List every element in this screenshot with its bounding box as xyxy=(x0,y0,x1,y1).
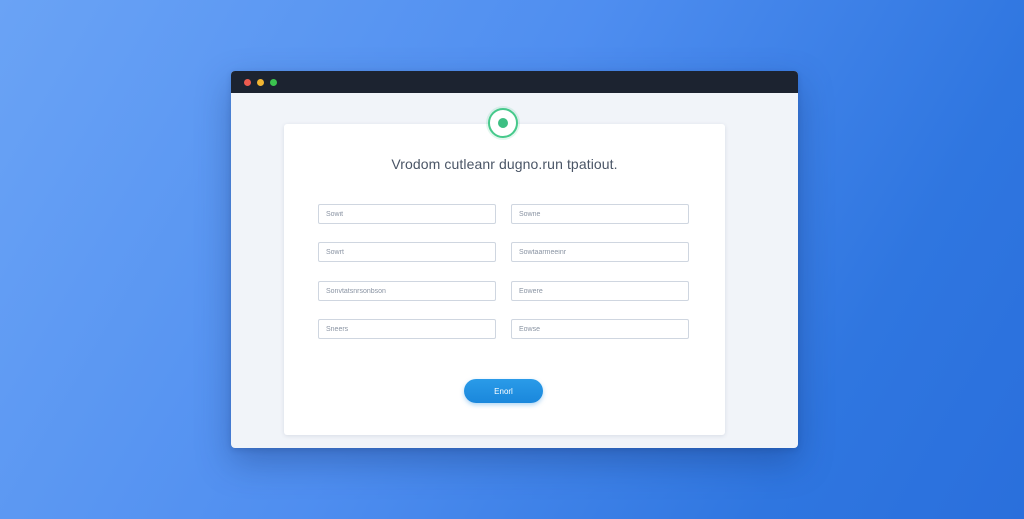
form-field-5[interactable] xyxy=(318,281,496,301)
minimize-window-icon[interactable] xyxy=(257,79,264,86)
browser-window: Vrodom cutleanr dugno.run tpatiout. Enor… xyxy=(231,71,798,448)
form-field-7[interactable] xyxy=(318,319,496,339)
form-field-3[interactable] xyxy=(318,242,496,262)
form-field-6[interactable] xyxy=(511,281,689,301)
form-field-2[interactable] xyxy=(511,204,689,224)
form-title: Vrodom cutleanr dugno.run tpatiout. xyxy=(391,156,618,172)
submit-button[interactable]: Enorl xyxy=(464,379,543,403)
form-card: Vrodom cutleanr dugno.run tpatiout. Enor… xyxy=(284,108,725,435)
form-field-8[interactable] xyxy=(511,319,689,339)
logo-center-dot xyxy=(498,118,508,128)
maximize-window-icon[interactable] xyxy=(270,79,277,86)
form-field-4[interactable] xyxy=(511,242,689,262)
form-field-1[interactable] xyxy=(318,204,496,224)
circle-logo-icon xyxy=(488,108,518,138)
close-window-icon[interactable] xyxy=(244,79,251,86)
window-titlebar xyxy=(231,71,798,93)
